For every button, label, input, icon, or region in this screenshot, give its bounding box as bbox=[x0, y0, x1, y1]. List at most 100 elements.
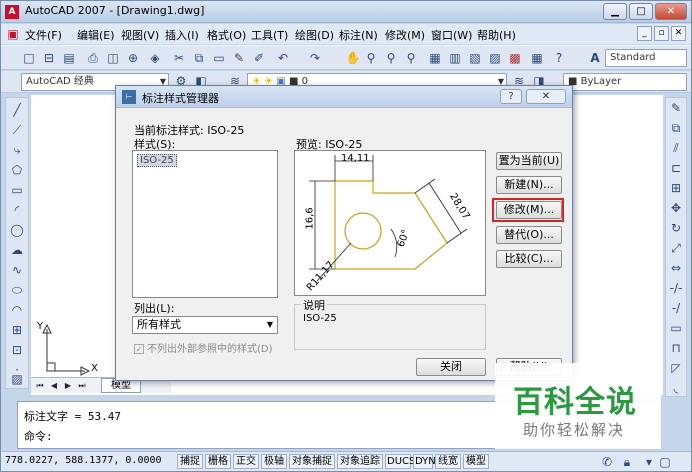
open-file-icon[interactable]: ⊟ bbox=[41, 50, 57, 66]
menu-format[interactable]: 格式(O) bbox=[207, 27, 246, 43]
last-tab-icon[interactable]: ⏭ bbox=[77, 380, 87, 391]
menu-modify[interactable]: 修改(M) bbox=[385, 27, 425, 43]
arc-icon[interactable]: ◜ bbox=[9, 202, 25, 218]
mdi-minimize-button[interactable]: _ bbox=[637, 26, 652, 41]
mirror-icon[interactable]: ⫽ bbox=[668, 140, 684, 156]
document-icon[interactable]: ▣ bbox=[5, 26, 21, 42]
stretch-icon[interactable]: ⇔ bbox=[668, 260, 684, 276]
osnap-toggle[interactable]: 对象捕捉 bbox=[289, 454, 335, 469]
cut-icon[interactable]: ✂ bbox=[171, 50, 187, 66]
snap-toggle[interactable]: 捕捉 bbox=[177, 454, 203, 469]
3d-dwf-icon[interactable]: ◈ bbox=[147, 50, 163, 66]
zoom-realtime-icon[interactable]: ⚲ bbox=[363, 50, 379, 66]
compare-button[interactable]: 比较(C)... bbox=[496, 250, 562, 268]
fillet-icon[interactable]: ◟ bbox=[668, 380, 684, 396]
markup-icon[interactable]: ▩ bbox=[507, 50, 523, 66]
print-preview-icon[interactable]: ◫ bbox=[105, 50, 121, 66]
first-tab-icon[interactable]: ⏮ bbox=[35, 380, 45, 391]
polyline-icon[interactable]: ⤷ bbox=[9, 142, 25, 158]
ducs-toggle[interactable]: DUCS bbox=[385, 454, 415, 469]
array-icon[interactable]: ⊞ bbox=[668, 180, 684, 196]
zoom-previous-icon[interactable]: ⚲ bbox=[403, 50, 419, 66]
hatch-icon[interactable]: ▨ bbox=[9, 371, 25, 387]
polar-toggle[interactable]: 极轴 bbox=[261, 454, 287, 469]
communication-center-icon[interactable]: ✆ bbox=[599, 454, 615, 470]
status-menu-icon[interactable]: ▾ bbox=[641, 454, 657, 470]
zoom-window-icon[interactable]: ⚲ bbox=[383, 50, 399, 66]
menu-file[interactable]: 文件(F) bbox=[25, 27, 62, 43]
ellipse-arc-icon[interactable]: ◠ bbox=[9, 302, 25, 318]
list-item[interactable]: ISO-25 bbox=[137, 154, 177, 167]
close-dialog-button[interactable]: 关闭 bbox=[416, 358, 486, 376]
redo-icon[interactable]: ↷ bbox=[307, 50, 323, 66]
revision-cloud-icon[interactable]: ☁ bbox=[9, 242, 25, 258]
text-style-icon[interactable]: A bbox=[587, 50, 603, 66]
help-icon[interactable]: ? bbox=[551, 50, 567, 66]
dialog-help-button[interactable]: ? bbox=[500, 89, 522, 104]
erase-icon[interactable]: ✎ bbox=[668, 100, 684, 116]
chamfer-icon[interactable]: ◸ bbox=[668, 360, 684, 376]
insert-block-icon[interactable]: ⊞ bbox=[9, 322, 25, 338]
set-current-button[interactable]: 置为当前(U) bbox=[496, 152, 562, 170]
move-icon[interactable]: ✥ bbox=[668, 200, 684, 216]
model-toggle[interactable]: 模型 bbox=[463, 454, 489, 469]
paste-icon[interactable]: ▭ bbox=[211, 50, 227, 66]
menu-draw[interactable]: 绘图(D) bbox=[295, 27, 334, 43]
calculator-icon[interactable]: ▦ bbox=[529, 50, 545, 66]
save-icon[interactable]: ▤ bbox=[61, 50, 77, 66]
close-button[interactable]: ✕ bbox=[655, 3, 687, 20]
menu-tools[interactable]: 工具(T) bbox=[251, 27, 288, 43]
print-icon[interactable]: ⎙ bbox=[85, 50, 101, 66]
next-tab-icon[interactable]: ▶ bbox=[63, 380, 73, 391]
menu-edit[interactable]: 编辑(E) bbox=[77, 27, 115, 43]
menu-window[interactable]: 窗口(W) bbox=[431, 27, 472, 43]
make-block-icon[interactable]: ⊡ bbox=[9, 342, 25, 358]
list-filter-select[interactable]: 所有样式 ▼ bbox=[132, 316, 278, 334]
mdi-close-button[interactable]: ✕ bbox=[671, 26, 686, 41]
copy-icon[interactable]: ⧉ bbox=[191, 50, 207, 66]
dialog-close-button[interactable]: ✕ bbox=[526, 89, 566, 104]
tool-palettes-icon[interactable]: ▧ bbox=[467, 50, 483, 66]
menu-view[interactable]: 视图(V) bbox=[121, 27, 159, 43]
break-icon[interactable]: ▭ bbox=[668, 320, 684, 336]
minimize-button[interactable]: ▁ bbox=[603, 3, 627, 20]
publish-icon[interactable]: ⊕ bbox=[125, 50, 141, 66]
polygon-icon[interactable]: ⬠ bbox=[9, 162, 25, 178]
copy-object-icon[interactable]: ⧉ bbox=[668, 120, 684, 136]
spline-icon[interactable]: ∿ bbox=[9, 262, 25, 278]
previous-tab-icon[interactable]: ◀ bbox=[49, 380, 59, 391]
ellipse-icon[interactable]: ⬭ bbox=[9, 282, 25, 298]
lineweight-toggle[interactable]: 线宽 bbox=[435, 454, 461, 469]
color-select[interactable]: ■ ByLayer bbox=[563, 73, 687, 91]
otrack-toggle[interactable]: 对象追踪 bbox=[337, 454, 383, 469]
new-file-icon[interactable]: □ bbox=[21, 50, 37, 66]
design-center-icon[interactable]: ▥ bbox=[447, 50, 463, 66]
modify-button[interactable]: 修改(M)... bbox=[496, 201, 562, 219]
dyn-toggle[interactable]: DYN bbox=[413, 454, 436, 469]
line-icon[interactable]: ╱ bbox=[9, 102, 25, 118]
scale-icon[interactable]: ⤢ bbox=[668, 240, 684, 256]
join-icon[interactable]: ⊓ bbox=[668, 340, 684, 356]
circle-icon[interactable]: ◯ bbox=[9, 222, 25, 238]
offset-icon[interactable]: ⊏ bbox=[668, 160, 684, 176]
properties-icon[interactable]: ▦ bbox=[427, 50, 443, 66]
rectangle-icon[interactable]: ▭ bbox=[9, 182, 25, 198]
block-editor-icon[interactable]: ✐ bbox=[251, 50, 267, 66]
ortho-toggle[interactable]: 正交 bbox=[233, 454, 259, 469]
undo-icon[interactable]: ↶ bbox=[275, 50, 291, 66]
construction-line-icon[interactable]: ⟋ bbox=[9, 122, 25, 138]
grid-toggle[interactable]: 栅格 bbox=[205, 454, 231, 469]
trim-icon[interactable]: -/- bbox=[668, 280, 684, 296]
lock-toolbar-icon[interactable]: 🔒︎ bbox=[619, 454, 635, 470]
menu-insert[interactable]: 插入(I) bbox=[165, 27, 199, 43]
maximize-button[interactable]: □ bbox=[629, 3, 653, 20]
text-style-select[interactable]: Standard bbox=[605, 49, 687, 67]
menu-dimension[interactable]: 标注(N) bbox=[339, 27, 378, 43]
override-button[interactable]: 替代(O)... bbox=[496, 226, 562, 244]
clean-screen-icon[interactable]: ▢ bbox=[657, 454, 673, 470]
menu-help[interactable]: 帮助(H) bbox=[477, 27, 516, 43]
mdi-restore-button[interactable]: ▫ bbox=[654, 26, 669, 41]
match-properties-icon[interactable]: ✎ bbox=[231, 50, 247, 66]
rotate-icon[interactable]: ↻ bbox=[668, 220, 684, 236]
new-style-button[interactable]: 新建(N)... bbox=[496, 176, 562, 194]
